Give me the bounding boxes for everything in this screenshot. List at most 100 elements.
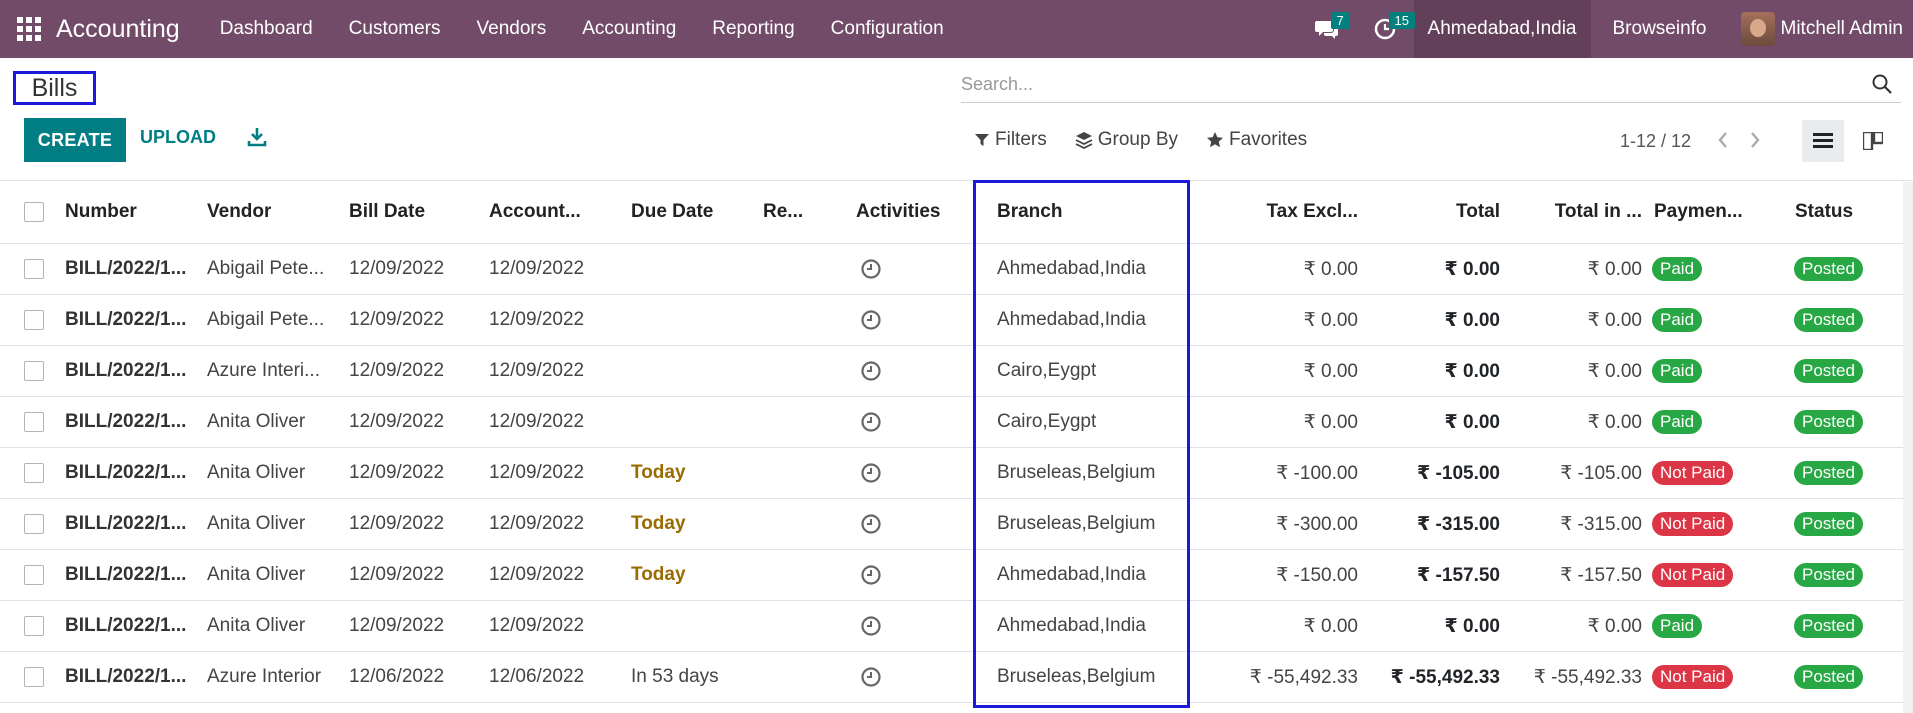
row-checkbox[interactable] — [24, 667, 44, 687]
due-date: Today — [631, 513, 686, 534]
main-menu: Dashboard Customers Vendors Accounting R… — [202, 0, 962, 58]
list-view-button[interactable] — [1802, 120, 1844, 162]
vendor-name: Azure Interior — [207, 666, 322, 687]
row-select-cell — [24, 397, 44, 447]
table-row[interactable]: BILL/2022/1... Anita Oliver 12/09/2022 12/0… — [0, 397, 1913, 448]
row-checkbox[interactable] — [24, 310, 44, 330]
menu-configuration[interactable]: Configuration — [813, 0, 962, 58]
table-row[interactable]: BILL/2022/1... Azure Interi... 12/09/2022 1… — [0, 346, 1913, 397]
favorites-dropdown[interactable]: Favorites — [1206, 129, 1307, 151]
col-total-currency[interactable]: Total in ... — [1520, 181, 1642, 243]
activity-clock-icon[interactable] — [860, 615, 882, 637]
table-row[interactable]: BILL/2022/1... Anita Oliver 12/09/2022 12/0… — [0, 601, 1913, 652]
user-name: Mitchell Admin — [1780, 18, 1904, 39]
table-row[interactable]: BILL/2022/1... Azure Interior 12/06/2022 12… — [0, 652, 1913, 703]
messages-button[interactable]: 7 — [1298, 0, 1356, 58]
total-currency-amount: ₹ 0.00 — [1587, 615, 1642, 637]
bill-date: 12/09/2022 — [349, 360, 445, 381]
bill-number: BILL/2022/1... — [65, 615, 187, 636]
apps-menu-icon[interactable] — [14, 14, 44, 44]
row-checkbox[interactable] — [24, 514, 44, 534]
chevron-right-icon[interactable] — [1748, 130, 1762, 150]
col-due-date[interactable]: Due Date — [631, 181, 713, 243]
activity-clock-icon[interactable] — [860, 564, 882, 586]
search-icon[interactable] — [1871, 73, 1893, 95]
activity-clock-icon[interactable] — [860, 462, 882, 484]
row-checkbox[interactable] — [24, 259, 44, 279]
page-title-box: Bills — [13, 71, 96, 105]
payment-cell: Paid — [1652, 397, 1703, 447]
col-accounting-date[interactable]: Account... — [489, 181, 581, 243]
col-status[interactable]: Status — [1795, 181, 1853, 243]
status-cell: Posted — [1794, 346, 1863, 396]
table-row[interactable]: BILL/2022/1... Anita Oliver 12/09/2022 12/0… — [0, 499, 1913, 550]
payment-cell: Paid — [1652, 346, 1703, 396]
table-row[interactable]: BILL/2022/1... Abigail Pete... 12/09/2022 1… — [0, 295, 1913, 346]
menu-reporting[interactable]: Reporting — [694, 0, 812, 58]
status-badge: Posted — [1794, 665, 1863, 689]
row-checkbox[interactable] — [24, 463, 44, 483]
payment-cell: Not Paid — [1652, 550, 1734, 600]
table-scrollbar[interactable] — [1903, 182, 1913, 713]
menu-vendors[interactable]: Vendors — [459, 0, 565, 58]
activity-clock-icon[interactable] — [860, 360, 882, 382]
kanban-view-button[interactable] — [1852, 120, 1894, 162]
row-checkbox[interactable] — [24, 616, 44, 636]
menu-customers[interactable]: Customers — [331, 0, 459, 58]
total-currency-amount: ₹ 0.00 — [1587, 411, 1642, 433]
app-name[interactable]: Accounting — [56, 15, 180, 44]
activity-clock-icon[interactable] — [860, 513, 882, 535]
active-branch[interactable]: Ahmedabad,India — [1413, 0, 1591, 58]
select-all-checkbox[interactable] — [24, 202, 44, 222]
filters-dropdown[interactable]: Filters — [974, 129, 1047, 151]
col-payment-status[interactable]: Paymen... — [1654, 181, 1743, 243]
table-row[interactable]: BILL/2022/1... Anita Oliver 12/09/2022 12/0… — [0, 550, 1913, 601]
accounting-date: 12/09/2022 — [489, 564, 585, 585]
col-total[interactable]: Total — [1380, 181, 1500, 243]
total-amount: ₹ 0.00 — [1444, 309, 1500, 331]
company-switcher[interactable]: Browseinfo — [1591, 0, 1729, 58]
activity-clock-icon[interactable] — [860, 309, 882, 331]
status-badge: Posted — [1794, 410, 1863, 434]
activity-clock-icon[interactable] — [860, 258, 882, 280]
pager-value[interactable]: 1-12 / 12 — [1620, 131, 1691, 152]
row-select-cell — [24, 499, 44, 549]
search-input[interactable] — [961, 69, 1861, 100]
payment-status-badge: Not Paid — [1652, 563, 1734, 587]
row-checkbox[interactable] — [24, 361, 44, 381]
payment-status-badge: Paid — [1652, 308, 1703, 332]
create-button[interactable]: CREATE — [24, 118, 126, 162]
search-options: Filters Group By Favorites — [974, 129, 1307, 151]
row-select-cell — [24, 244, 44, 294]
col-activities[interactable]: Activities — [856, 181, 940, 243]
branch-name: Ahmedabad,India — [997, 309, 1146, 330]
table-row[interactable]: BILL/2022/1... Abigail Pete... 12/09/2022 1… — [0, 244, 1913, 295]
col-reference[interactable]: Re... — [763, 181, 803, 243]
bill-number: BILL/2022/1... — [65, 411, 187, 432]
upload-button[interactable]: UPLOAD — [140, 127, 216, 148]
groupby-dropdown[interactable]: Group By — [1075, 129, 1178, 151]
col-bill-date[interactable]: Bill Date — [349, 181, 425, 243]
download-icon[interactable] — [247, 126, 267, 148]
tax-excluded-amount: ₹ 0.00 — [1303, 258, 1358, 280]
user-menu[interactable]: Mitchell Admin — [1729, 0, 1913, 58]
due-date: Today — [631, 564, 686, 585]
row-checkbox[interactable] — [24, 565, 44, 585]
table-row[interactable]: BILL/2022/1... Anita Oliver 12/09/2022 12/0… — [0, 448, 1913, 499]
accounting-date: 12/06/2022 — [489, 666, 585, 687]
col-vendor[interactable]: Vendor — [207, 181, 271, 243]
col-branch[interactable]: Branch — [997, 181, 1062, 243]
vendor-name: Anita Oliver — [207, 564, 306, 585]
activities-button[interactable]: 15 — [1356, 0, 1416, 58]
menu-accounting[interactable]: Accounting — [564, 0, 694, 58]
col-tax-excluded[interactable]: Tax Excl... — [1200, 181, 1358, 243]
activity-clock-icon[interactable] — [860, 666, 882, 688]
col-number[interactable]: Number — [65, 181, 137, 243]
activity-cell — [860, 499, 882, 549]
row-checkbox[interactable] — [24, 412, 44, 432]
menu-dashboard[interactable]: Dashboard — [202, 0, 331, 58]
chevron-left-icon[interactable] — [1716, 130, 1730, 150]
tax-excluded-amount: ₹ 0.00 — [1303, 360, 1358, 382]
activity-clock-icon[interactable] — [860, 411, 882, 433]
status-cell: Posted — [1794, 295, 1863, 345]
